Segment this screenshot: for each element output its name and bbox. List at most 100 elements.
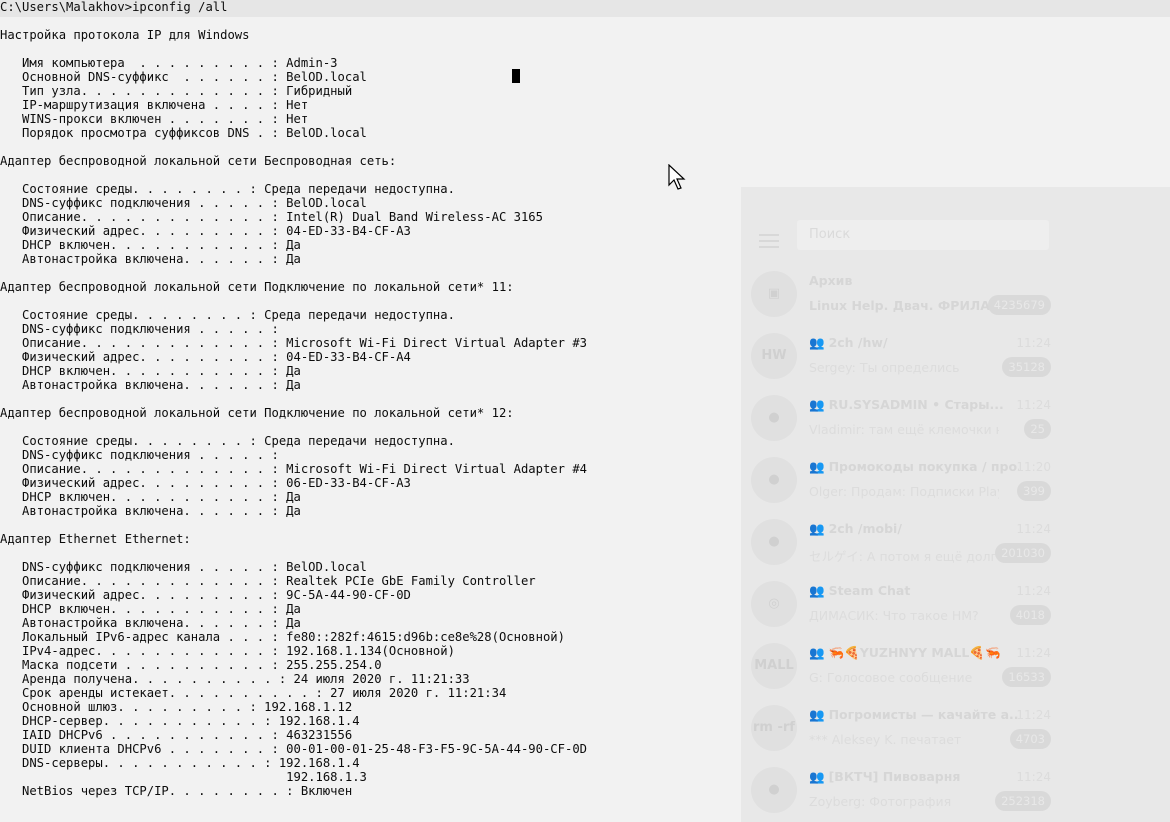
mouse-pointer-icon [668,164,686,190]
chat-preview: ДИМАСИК: Что такое НМ? [809,608,979,623]
chat-title-text: RU.SYSADMIN • Стары... [828,397,1004,412]
console-line: Основной DNS-суффикс . . . . . . : BelOD… [0,70,367,84]
chat-time: 11:24 [1016,646,1051,660]
console-line: Порядок просмотра суффиксов DNS . : BelO… [0,126,367,140]
unread-badge: 252318 [995,791,1051,811]
chat-time: 11:24 [1016,398,1051,412]
avatar-glyph: MALL [754,658,794,673]
chat-title-text: 2ch /mobi/ [828,521,902,536]
chat-avatar: MALL [751,643,797,689]
console-line: DNS-суффикс подключения . . . . . : [0,448,279,462]
console-line: WINS-прокси включен . . . . . . . : Нет [0,112,309,126]
console-line: Описание. . . . . . . . . . . . . : Inte… [0,210,543,224]
avatar-glyph: ◎ [768,596,780,611]
group-icon: 👥 [809,521,825,536]
console-line: Физический адрес. . . . . . . . . : 04-E… [0,224,411,238]
console-line: DHCP включен. . . . . . . . . . . : Да [0,364,301,378]
chat-title: 👥 Промокоды покупка / про... [809,459,1019,475]
chat-avatar: HW [751,333,797,379]
chat-title-text: Погромисты — качайте а... [828,707,1019,722]
avatar-glyph: ● [768,472,780,487]
chat-preview: Linux Help. Двач. ФРИЛА... [809,298,999,313]
console-line: NetBios через TCP/IP. . . . . . . . : Вк… [0,784,353,798]
chat-title: 👥 [ВКТЧ] Пивоварня [809,769,1019,785]
console-line: IP-маршрутизация включена . . . . : Нет [0,98,309,112]
console-line: DHCP включен. . . . . . . . . . . : Да [0,490,301,504]
chat-search-input[interactable]: Поиск [797,220,1049,250]
avatar-glyph: ● [768,410,780,425]
console-line: 192.168.1.3 [0,770,367,784]
group-icon: 👥 [809,397,825,412]
chat-preview: セルゲイ: А потом я ещё долго... [809,549,999,564]
chat-list-item[interactable]: ● 👥 RU.SYSADMIN • Стары... 11:24 Vladimir: т… [741,389,1170,451]
chat-preview: *** Aleksey K. печатает [809,732,962,747]
console-line: IAID DHCPv6 . . . . . . . . . . . : 4632… [0,728,353,742]
chat-preview: Sergey: Ты определись [809,360,960,375]
unread-badge: 201030 [995,543,1051,563]
chat-avatar: rm -rf [751,705,797,751]
hamburger-menu-icon[interactable] [759,234,779,248]
console-line: Физический адрес. . . . . . . . . : 04-E… [0,350,411,364]
console-line: Локальный IPv6-адрес канала . . . : fe80… [0,630,565,644]
chat-title: 👥 Погромисты — качайте а... [809,707,1019,723]
console-line: Маска подсети . . . . . . . . . . : 255.… [0,658,382,672]
console-line: DHCP включен. . . . . . . . . . . : Да [0,602,301,616]
group-icon: 👥 [809,335,825,350]
console-line: Адаптер Ethernet Ethernet: [0,532,191,546]
avatar-glyph: ● [768,534,780,549]
unread-badge: 4235679 [987,295,1051,315]
chat-time: 11:24 [1016,336,1051,350]
group-icon: 👥 [809,583,825,598]
chat-list-item[interactable]: ● 👥 Промокоды покупка / про... 11:20 Olger: … [741,451,1170,513]
chat-avatar: ◎ [751,581,797,627]
unread-badge: 399 [1017,481,1051,501]
chat-avatar: ● [751,395,797,441]
console-line: Описание. . . . . . . . . . . . . : Real… [0,574,536,588]
chat-list-item[interactable]: MALL 👥 🦐🍕YUZHNYY MALL🍕🦐 11:24 G: Голосовое с… [741,637,1170,699]
console-line: Состояние среды. . . . . . . . : Среда п… [0,308,455,322]
chat-title-text: Steam Chat [828,583,911,598]
chat-list-item[interactable]: ● 👥 [ВКТЧ] Пивоварня 11:24 Zoyberg: Фотограф… [741,761,1170,822]
unread-badge: 35128 [1002,357,1051,377]
chat-title-text: [ВКТЧ] Пивоварня [828,769,961,784]
chat-title: 👥 2ch /mobi/ [809,521,1019,537]
console-line: Автонастройка включена. . . . . . : Да [0,504,301,518]
console-line: DNS-серверы. . . . . . . . . . . : 192.1… [0,756,360,770]
telegram-overlay[interactable]: Поиск ▣ Архив Linux Help. Двач. ФРИЛА... 42… [741,187,1170,822]
chat-avatar: ● [751,767,797,813]
console-line: DHCP включен. . . . . . . . . . . : Да [0,238,301,252]
chat-time: 11:24 [1016,708,1051,722]
avatar-glyph: rm -rf [753,720,795,735]
console-line: DUID клиента DHCPv6 . . . . . . . : 00-0… [0,742,587,756]
avatar-glyph: ● [768,782,780,797]
chat-list-item[interactable]: ▣ Архив Linux Help. Двач. ФРИЛА... 4235679 [741,265,1170,327]
chat-title: 👥 🦐🍕YUZHNYY MALL🍕🦐 [809,645,1019,661]
chat-list-item[interactable]: ● 👥 2ch /mobi/11:24 セルゲイ: А потом я ещё дол… [741,513,1170,575]
chat-list-item[interactable]: HW 👥 2ch /hw/11:24 Sergey: Ты определись 351… [741,327,1170,389]
console-line: IPv4-адрес. . . . . . . . . . . . : 192.… [0,644,455,658]
chat-time: 11:24 [1016,770,1051,784]
unread-badge: 16533 [1002,667,1051,687]
chat-title-text: 🦐🍕YUZHNYY MALL🍕🦐 [828,645,1001,660]
console-line: Автонастройка включена. . . . . . : Да [0,252,301,266]
chat-list-item[interactable]: ◎ 👥 Steam Chat 11:24 ДИМАСИК: Что такое НМ? 4… [741,575,1170,637]
chat-title-text: Промокоды покупка / про... [828,459,1019,474]
unread-badge: 25 [1024,419,1051,439]
chat-preview: Vladimir: там ещё клемочки нед... [809,422,999,437]
chat-title: 👥 RU.SYSADMIN • Стары... [809,397,1019,413]
console-line: Адаптер беспроводной локальной сети Подк… [0,280,514,294]
chat-title-text: Архив [809,273,853,288]
group-icon: 👥 [809,707,825,722]
console-line: DNS-суффикс подключения . . . . . : [0,322,279,336]
chat-list-item[interactable]: rm -rf 👥 Погромисты — качайте а... 11:24 ***… [741,699,1170,761]
unread-badge: 4703 [1009,729,1051,749]
group-icon: 👥 [809,645,825,660]
group-icon: 👥 [809,459,825,474]
console-line: DHCP-сервер. . . . . . . . . . . : 192.1… [0,714,360,728]
group-icon: 👥 [809,769,825,784]
console-line: Имя компьютера . . . . . . . . . : Admin… [0,56,338,70]
console-line: Адаптер беспроводной локальной сети Подк… [0,406,514,420]
console-line: Состояние среды. . . . . . . . : Среда п… [0,182,455,196]
chat-time: 11:24 [1016,584,1051,598]
console-line: DNS-суффикс подключения . . . . . : BelO… [0,560,367,574]
